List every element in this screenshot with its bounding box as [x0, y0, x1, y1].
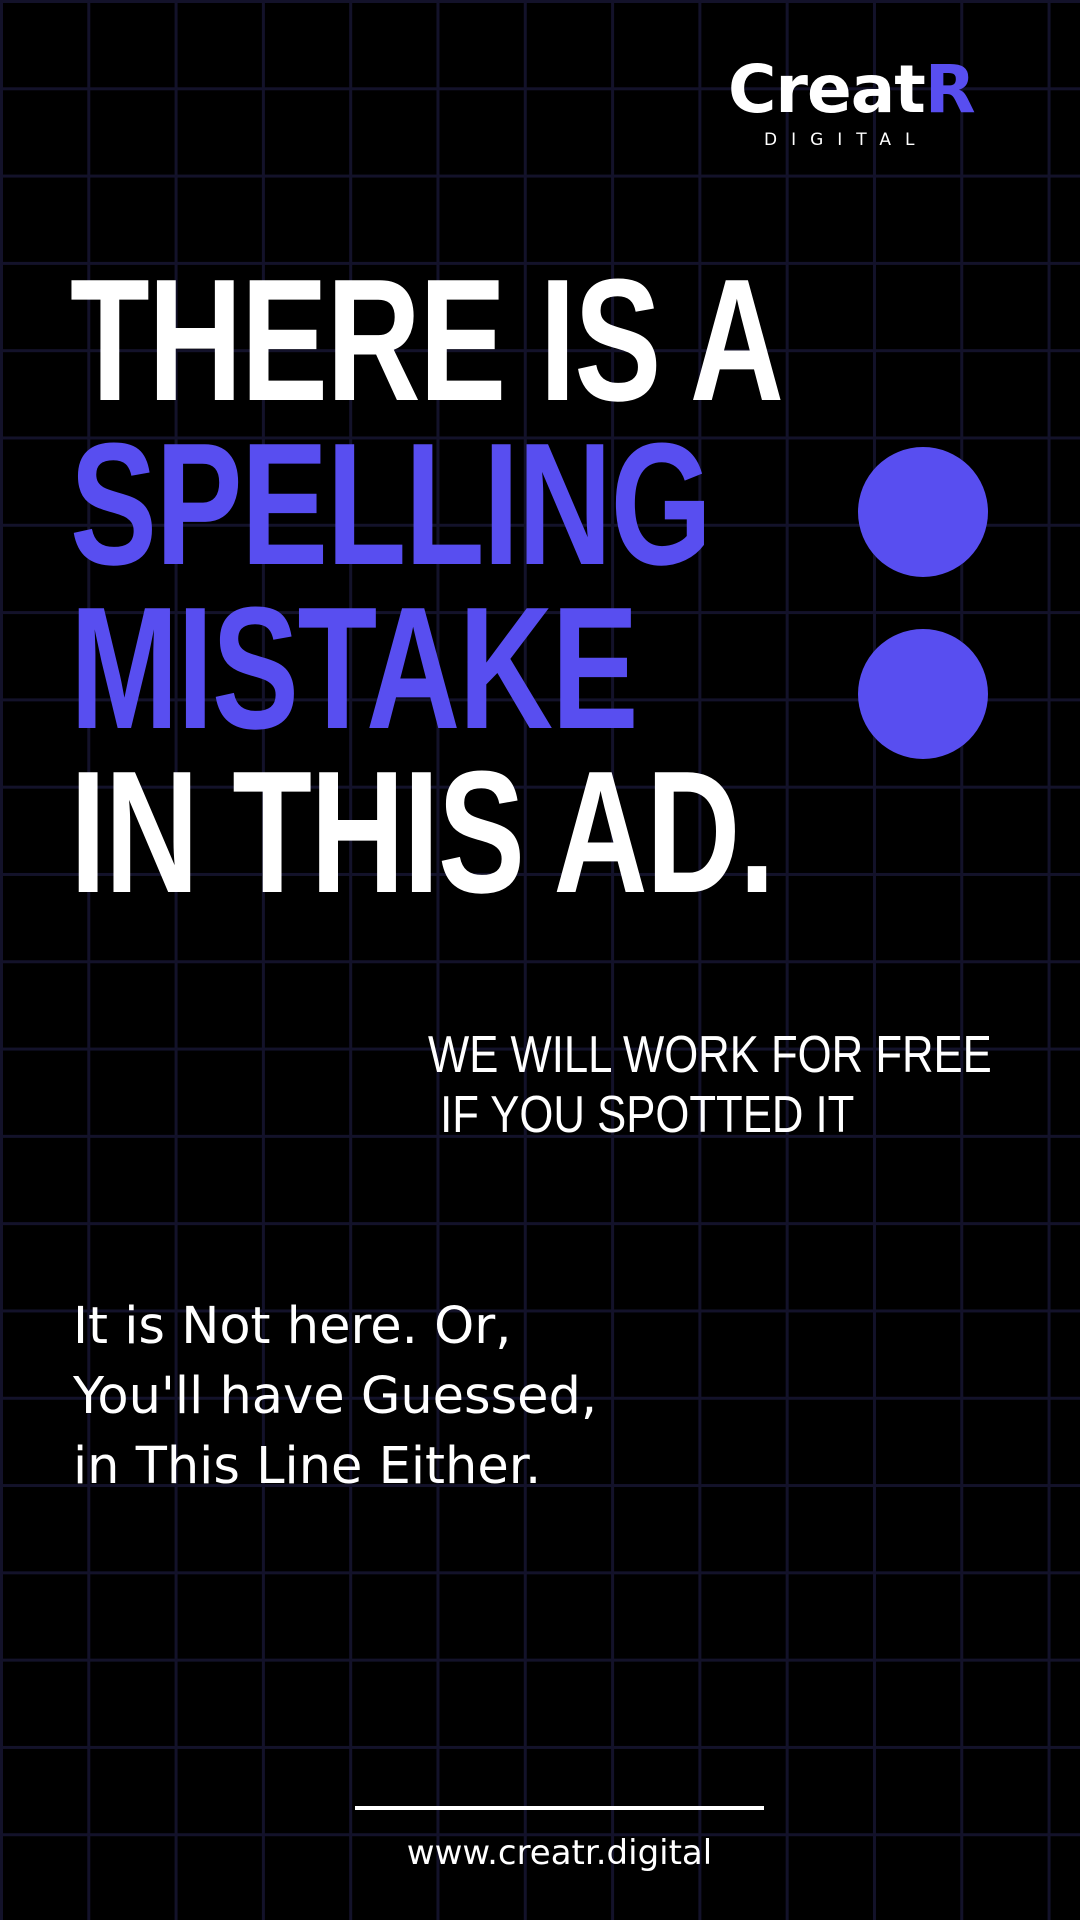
logo-wordmark: CreatR: [728, 55, 976, 125]
logo-subtitle: DIGITAL: [764, 130, 929, 150]
offer-line-1: WE WILL WORK FOR FREE: [428, 1026, 992, 1084]
colon-dots: [858, 447, 988, 759]
headline-line-3: MISTAKE: [70, 570, 639, 765]
brand-logo: CreatR DIGITAL: [728, 55, 1004, 155]
accent-dot-bottom: [858, 629, 988, 759]
body-line-3: in This Line Either.: [73, 1437, 542, 1496]
body-line-2: You'll have Guessed,: [73, 1367, 598, 1426]
website-link[interactable]: www.creatr.digital: [355, 1828, 764, 1878]
accent-dot-top: [858, 447, 988, 577]
headline-line-4: IN THIS AD.: [70, 734, 775, 929]
headline-line-2: SPELLING: [70, 406, 712, 601]
logo-accent-letter: R: [924, 51, 976, 128]
body-line-1: It is Not here. Or,: [73, 1297, 512, 1356]
headline-line-1: THERE IS A: [70, 242, 784, 437]
logo-main-text: Creat: [728, 51, 926, 128]
offer-line-2: IF YOU SPOTTED IT: [428, 1086, 855, 1144]
footer-divider: [355, 1806, 764, 1810]
body-copy: It is Not here. Or, You'll have Guessed,…: [73, 1292, 597, 1502]
offer-text: WE WILL WORK FOR FREE IF YOU SPOTTED IT: [428, 1025, 1080, 1145]
